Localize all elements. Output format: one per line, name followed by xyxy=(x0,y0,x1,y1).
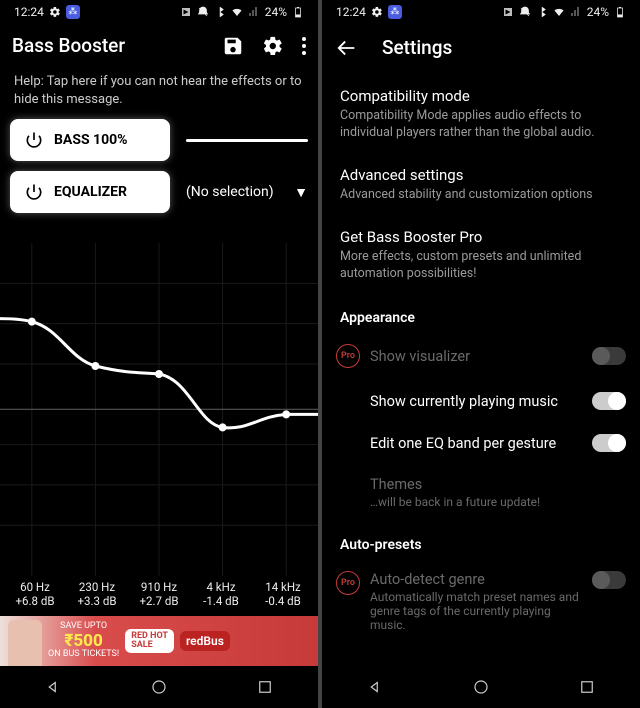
settings-screen: 12:24 ⁂ 24% Settings Compatibility mode … xyxy=(322,0,640,708)
section-appearance: Appearance xyxy=(322,294,640,332)
mute-icon xyxy=(197,6,209,18)
wifi-icon xyxy=(553,6,565,18)
switch-playing[interactable] xyxy=(592,392,626,410)
setting-advanced[interactable]: Advanced settings Advanced stability and… xyxy=(322,154,640,216)
bluetooth-icon xyxy=(536,6,548,18)
equalizer-toggle-button[interactable]: EQUALIZER xyxy=(10,171,170,213)
nav-back-icon[interactable] xyxy=(366,678,384,696)
dropdown-value: (No selection) xyxy=(186,184,274,200)
band-1: 230 Hz+3.3 dB xyxy=(66,580,128,608)
settings-list[interactable]: Compatibility mode Compatibility Mode ap… xyxy=(322,71,640,666)
chevron-down-icon: ▼ xyxy=(294,184,308,201)
nav-bar xyxy=(322,666,640,708)
band-2: 910 Hz+2.7 dB xyxy=(128,580,190,608)
section-auto-presets: Auto-presets xyxy=(322,521,640,559)
bass-booster-screen: 12:24 ⁂ 24% Bass Booster Help: Tap here … xyxy=(0,0,318,708)
power-icon xyxy=(24,130,44,150)
band-labels: 60 Hz+6.8 dB 230 Hz+3.3 dB 910 Hz+2.7 dB… xyxy=(0,576,318,616)
preset-dropdown[interactable]: (No selection) ▼ xyxy=(186,184,308,201)
signal-icon xyxy=(570,6,582,18)
battery-icon xyxy=(614,6,626,18)
pro-badge-icon: Pro xyxy=(336,344,360,368)
gear-icon xyxy=(371,6,383,18)
battery-percent: 24% xyxy=(587,5,609,19)
nav-back-icon[interactable] xyxy=(44,678,62,696)
nav-bar xyxy=(0,666,318,708)
ad-banner[interactable]: SAVE UPTO ₹500 ON BUS TICKETS! RED HOTSA… xyxy=(0,616,318,666)
gear-icon xyxy=(49,6,61,18)
eq-graph[interactable] xyxy=(0,243,318,576)
bluetooth-icon xyxy=(214,6,226,18)
nav-recent-icon[interactable] xyxy=(578,678,596,696)
band-0: 60 Hz+6.8 dB xyxy=(4,580,66,608)
band-3: 4 kHz-1.4 dB xyxy=(190,580,252,608)
band-4: 14 kHz-0.4 dB xyxy=(252,580,314,608)
app-bar: Bass Booster xyxy=(0,24,318,67)
ad-redhot-badge: RED HOTSALE xyxy=(125,629,174,653)
app-title: Bass Booster xyxy=(12,34,222,57)
switch-visualizer xyxy=(592,347,626,365)
bass-button-label: BASS 100% xyxy=(54,132,128,148)
battery-icon xyxy=(292,6,304,18)
back-arrow-icon[interactable] xyxy=(336,37,358,59)
help-text[interactable]: Help: Tap here if you can not hear the e… xyxy=(0,67,318,119)
ad-brand: redBus xyxy=(180,631,230,651)
nav-home-icon[interactable] xyxy=(150,678,168,696)
status-time: 12:24 xyxy=(14,5,44,19)
ad-person-image xyxy=(8,620,42,666)
bass-toggle-button[interactable]: BASS 100% xyxy=(10,119,170,161)
status-time: 12:24 xyxy=(336,5,366,19)
bass-slider[interactable] xyxy=(186,139,308,142)
settings-app-bar: Settings xyxy=(322,24,640,71)
save-icon[interactable] xyxy=(222,35,244,57)
switch-auto-genre xyxy=(592,571,626,589)
setting-get-pro[interactable]: Get Bass Booster Pro More effects, custo… xyxy=(322,216,640,295)
status-bar: 12:24 ⁂ 24% xyxy=(0,0,318,24)
overflow-menu-icon[interactable] xyxy=(302,37,306,55)
toggle-visualizer: Pro Show visualizer xyxy=(322,332,640,380)
battery-percent: 24% xyxy=(265,5,287,19)
app-badge-icon: ⁂ xyxy=(388,5,402,19)
settings-title: Settings xyxy=(382,36,452,59)
setting-compatibility[interactable]: Compatibility mode Compatibility Mode ap… xyxy=(322,75,640,154)
settings-icon[interactable] xyxy=(262,35,284,57)
nfc-icon xyxy=(502,6,514,18)
app-badge-icon: ⁂ xyxy=(66,5,80,19)
signal-icon xyxy=(248,6,260,18)
mute-icon xyxy=(519,6,531,18)
pro-badge-icon: Pro xyxy=(336,571,360,595)
toggle-playing[interactable]: Show currently playing music xyxy=(322,380,640,422)
setting-themes: Themes …will be back in a future update! xyxy=(322,464,640,521)
nfc-icon xyxy=(180,6,192,18)
toggle-auto-genre: Pro Auto-detect genre Automatically matc… xyxy=(322,559,640,644)
eq-button-label: EQUALIZER xyxy=(54,184,127,200)
nav-home-icon[interactable] xyxy=(472,678,490,696)
wifi-icon xyxy=(231,6,243,18)
nav-recent-icon[interactable] xyxy=(256,678,274,696)
toggle-gesture[interactable]: Edit one EQ band per gesture xyxy=(322,422,640,464)
power-icon xyxy=(24,182,44,202)
switch-gesture[interactable] xyxy=(592,434,626,452)
status-bar: 12:24 ⁂ 24% xyxy=(322,0,640,24)
